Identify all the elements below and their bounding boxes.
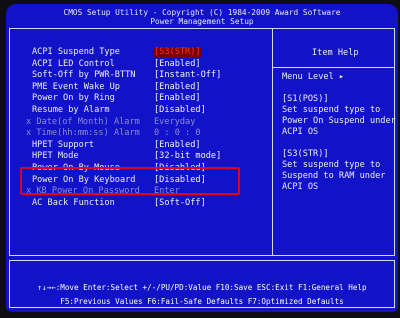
setting-label: Soft-Off by PWR-BTTN xyxy=(32,70,136,81)
setting-value[interactable]: [Instant-Off] xyxy=(154,70,221,80)
setting-value: Everyday xyxy=(154,116,196,127)
setting-label: x Time(hh:mm:ss) Alarm xyxy=(26,128,140,139)
help-title: Item Help xyxy=(312,48,359,58)
help-line: [S1(POS)] xyxy=(282,94,329,104)
help-line: Power On Suspend under xyxy=(282,116,396,126)
panel-divider xyxy=(272,28,273,256)
setting-label: HPET Mode xyxy=(32,151,79,162)
page-title: Power Management Setup xyxy=(150,17,254,26)
setting-value[interactable]: [Enabled] xyxy=(154,59,201,69)
menu-level: Menu Level ▸ xyxy=(282,72,345,82)
bios-title: CMOS Setup Utility - Copyright (C) 1984-… xyxy=(63,8,341,17)
setting-label: x Date(of Month) Alarm xyxy=(26,116,140,127)
help-line: ACPI OS xyxy=(282,182,319,192)
help-line: Suspend to RAM under xyxy=(282,171,386,181)
setting-value[interactable]: [Disabled] xyxy=(154,105,206,115)
help-line: [S3(STR)] xyxy=(282,149,329,159)
setting-value: 0 : 0 : 0 xyxy=(154,128,201,139)
setting-value[interactable]: [Enabled] xyxy=(154,93,201,103)
help-title-divider xyxy=(272,67,395,68)
highlight-box xyxy=(20,167,240,195)
setting-value[interactable]: [Enabled] xyxy=(154,140,201,150)
setting-value[interactable]: [S3(STR)] xyxy=(154,47,201,57)
setting-label: ACPI Suspend Type xyxy=(32,47,120,57)
key-help-line-1: ↑↓→←:Move Enter:Select +/-/PU/PD:Value F… xyxy=(37,283,367,292)
setting-value[interactable]: [Soft-Off] xyxy=(154,198,206,208)
help-line: Set suspend type to xyxy=(282,160,381,170)
setting-value[interactable]: [32-bit mode] xyxy=(154,151,221,161)
setting-label: Resume by Alarm xyxy=(32,105,110,115)
setting-label: AC Back Function xyxy=(32,197,115,208)
bios-screen: CMOS Setup Utility - Copyright (C) 1984-… xyxy=(6,4,398,312)
setting-label: HPET Support xyxy=(32,139,95,150)
help-line: Set suspend type to xyxy=(282,105,381,115)
setting-label: ACPI LED Control xyxy=(32,58,115,69)
key-help-line-2: F5:Previous Values F6:Fail-Safe Defaults… xyxy=(60,297,344,306)
setting-label: Power On by Ring xyxy=(32,93,115,104)
help-line: ACPI OS xyxy=(282,127,319,137)
setting-label: PME Event Wake Up xyxy=(32,81,120,92)
setting-value[interactable]: [Enabled] xyxy=(154,82,201,92)
